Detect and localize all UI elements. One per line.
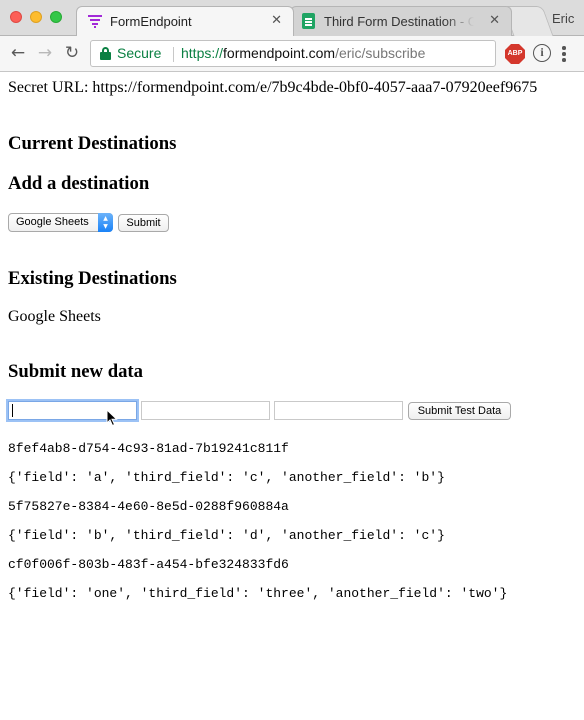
- tab-strip: Third Form Destination - Goo ✕ FormEndpo…: [0, 0, 584, 36]
- submit-new-data-heading: Submit new data: [8, 361, 143, 382]
- result-payload: {'field': 'one', 'third_field': 'three',…: [8, 586, 508, 601]
- back-arrow-icon[interactable]: ←: [7, 42, 29, 64]
- result-payload: {'field': 'a', 'third_field': 'c', 'anot…: [8, 470, 445, 485]
- tab-formendpoint[interactable]: FormEndpoint ✕: [76, 6, 294, 36]
- close-tab-icon[interactable]: ✕: [271, 12, 282, 28]
- data-field-2[interactable]: [141, 401, 270, 420]
- current-destinations-heading: Current Destinations: [8, 133, 177, 154]
- result-payload: {'field': 'b', 'third_field': 'd', 'anot…: [8, 528, 445, 543]
- divider: [173, 47, 174, 62]
- text-caret: [12, 404, 13, 417]
- address-bar[interactable]: Secure https://formendpoint.com/eric/sub…: [90, 40, 496, 67]
- existing-destination-item: Google Sheets: [8, 308, 101, 325]
- menu-icon[interactable]: [556, 45, 572, 63]
- close-window-button[interactable]: [10, 11, 22, 23]
- browser-toolbar: ← → ↻ Secure https://formendpoint.com/er…: [0, 36, 584, 72]
- close-tab-icon[interactable]: ✕: [489, 12, 500, 28]
- info-icon[interactable]: i: [533, 44, 551, 62]
- data-field-3[interactable]: [274, 401, 403, 420]
- formendpoint-funnel-icon: [88, 15, 102, 28]
- secret-url: Secret URL: https://formendpoint.com/e/7…: [8, 79, 538, 96]
- secure-label: Secure: [117, 45, 162, 61]
- new-tab-button[interactable]: [502, 6, 554, 36]
- url-text: https://formendpoint.com/eric/subscribe: [181, 45, 426, 61]
- submit-test-data-button[interactable]: Submit Test Data: [408, 402, 511, 420]
- adblock-icon[interactable]: ABP: [505, 44, 525, 64]
- tab-third-form-destination[interactable]: Third Form Destination - Goo ✕: [290, 6, 512, 36]
- profile-name[interactable]: Eric: [552, 11, 574, 26]
- result-id: 5f75827e-8384-4e60-8e5d-0288f960884a: [8, 499, 289, 514]
- add-destination-heading: Add a destination: [8, 173, 150, 194]
- existing-destinations-heading: Existing Destinations: [8, 268, 177, 289]
- submit-button[interactable]: Submit: [118, 214, 169, 232]
- zoom-window-button[interactable]: [50, 11, 62, 23]
- page-content: Secret URL: https://formendpoint.com/e/7…: [0, 72, 584, 720]
- mouse-pointer-icon: [106, 409, 118, 427]
- destination-select[interactable]: Google Sheets ▲ ▼: [8, 213, 113, 232]
- google-sheets-icon: [302, 13, 315, 29]
- result-id: cf0f006f-803b-483f-a454-bfe324833fd6: [8, 557, 289, 572]
- tab-title: Third Form Destination - Goo: [324, 14, 474, 29]
- select-arrows-icon: ▲ ▼: [98, 213, 113, 232]
- tab-title: FormEndpoint: [110, 14, 192, 29]
- reload-icon[interactable]: ↻: [61, 42, 83, 64]
- minimize-window-button[interactable]: [30, 11, 42, 23]
- destination-select-value: Google Sheets: [16, 216, 89, 228]
- lock-icon: [100, 47, 111, 60]
- forward-arrow-icon[interactable]: →: [34, 42, 56, 64]
- result-id: 8fef4ab8-d754-4c93-81ad-7b19241c811f: [8, 441, 289, 456]
